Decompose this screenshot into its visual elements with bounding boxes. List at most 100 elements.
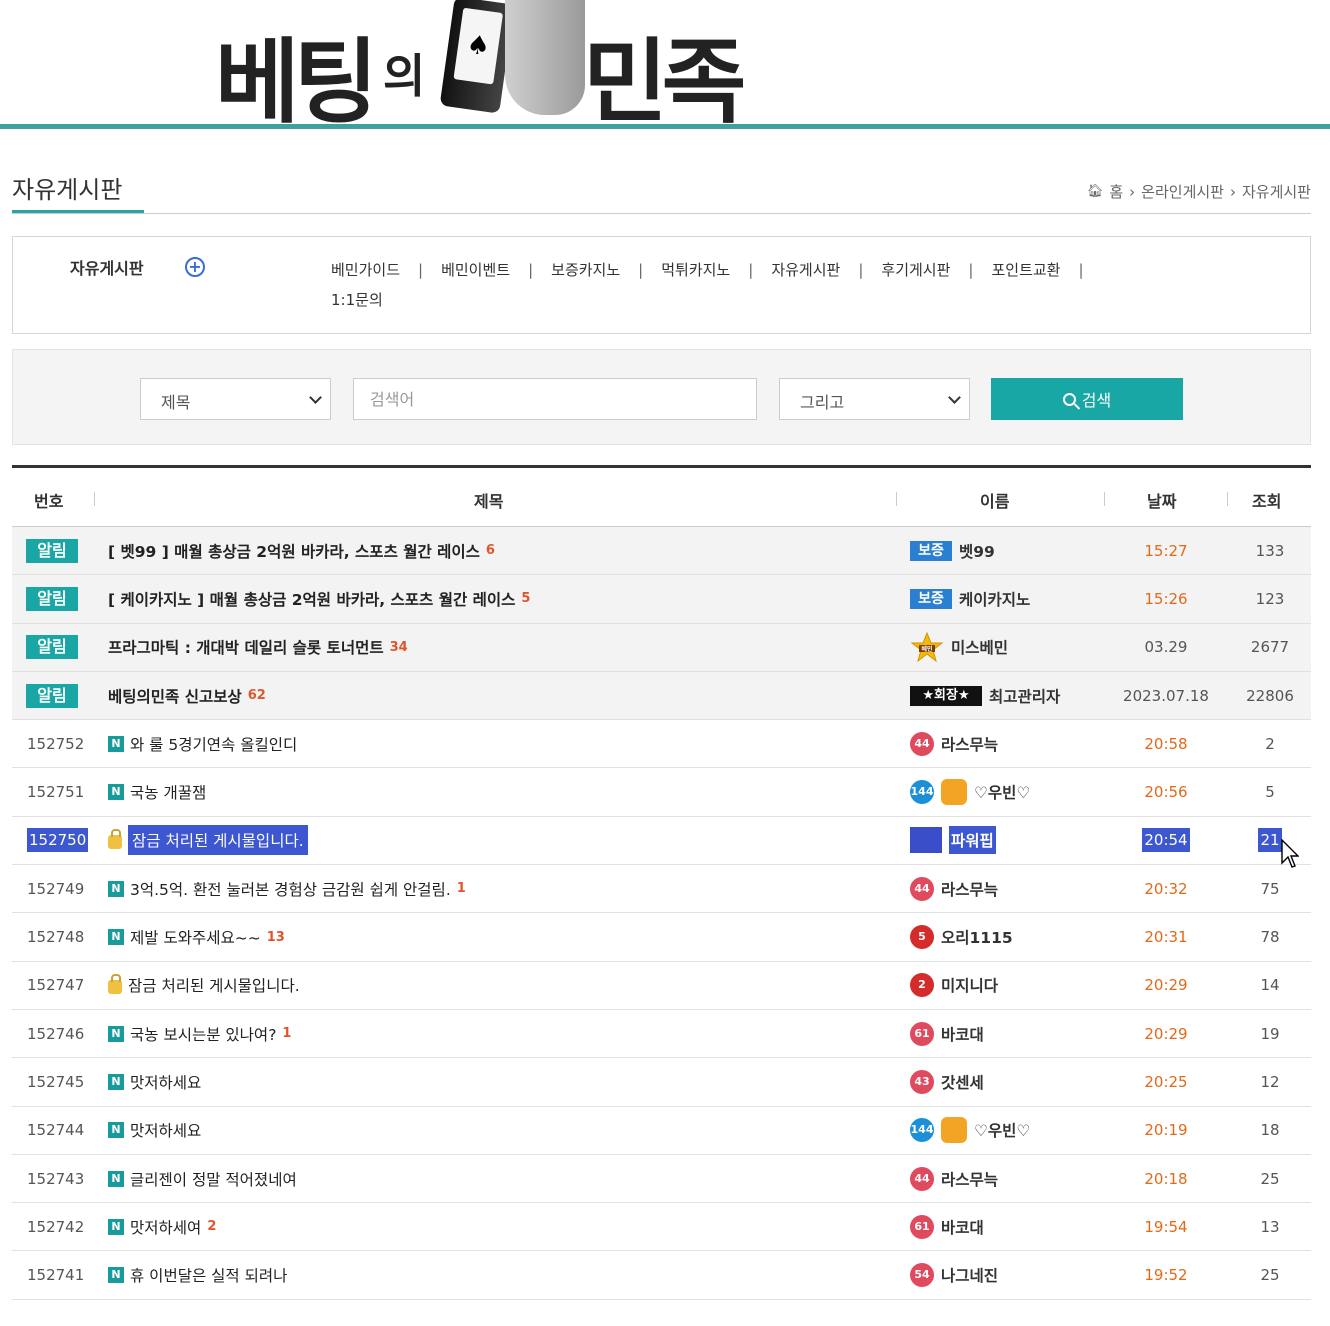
comment-count[interactable]: 34 <box>390 640 408 655</box>
post-subject-text[interactable]: 국농 보시는분 있나여? <box>130 1023 276 1045</box>
post-subject[interactable]: N 휴 이번달은 실적 되려나 <box>108 1264 287 1286</box>
comment-count[interactable]: 5 <box>521 591 530 606</box>
author-name[interactable]: ♡우빈♡ <box>974 781 1030 803</box>
post-subject[interactable]: [ 케이카지노 ] 매월 총상금 2억원 바카라, 스포츠 월간 레이스 5 <box>108 588 530 610</box>
table-row[interactable]: 152743 N 글리젠이 정말 적어졌네여 44 라스무늑 20:18 25 <box>12 1155 1311 1204</box>
table-row[interactable]: 152750 잠금 처리된 게시물입니다. 파워핍 20:54 21 <box>12 817 1311 866</box>
breadcrumb-home[interactable]: 홈 <box>1109 181 1123 202</box>
post-subject[interactable]: N 맛저하세요 <box>108 1119 201 1141</box>
post-subject[interactable]: N 글리젠이 정말 적어졌네여 <box>108 1168 297 1190</box>
post-author[interactable]: 2 미지니다 <box>910 973 998 998</box>
post-subject[interactable]: 프라그마틱 : 개대박 데일리 슬롯 토너먼트 34 <box>108 636 408 658</box>
notice-row[interactable]: 알림 프라그마틱 : 개대박 데일리 슬롯 토너먼트 34 베민 미스베민 03.29 26… <box>12 623 1311 672</box>
post-subject[interactable]: N 와 룰 5경기연속 올킬인디 <box>108 733 297 755</box>
post-subject[interactable]: N 국농 보시는분 있나여? 1 <box>108 1023 291 1045</box>
post-subject[interactable]: [ 벳99 ] 매월 총상금 2억원 바카라, 스포츠 월간 레이스 6 <box>108 540 495 562</box>
author-name[interactable]: 케이카지노 <box>959 588 1030 610</box>
table-row[interactable]: 152751 N 국농 개꿀잼 144 ♡우빈♡ 20:56 5 <box>12 768 1311 817</box>
post-author[interactable]: 61 바코대 <box>910 1214 984 1239</box>
post-subject[interactable]: N 맛저하세요 <box>108 1071 201 1093</box>
category-link-free-board[interactable]: 자유게시판 <box>771 255 840 285</box>
post-author[interactable]: 61 바코대 <box>910 1021 984 1046</box>
comment-count[interactable]: 6 <box>486 543 495 558</box>
search-input[interactable] <box>353 378 757 420</box>
post-subject-text[interactable]: 잠금 처리된 게시물입니다. <box>128 825 308 856</box>
post-subject[interactable]: 베팅의민족 신고보상 62 <box>108 685 266 707</box>
post-subject[interactable]: 잠금 처리된 게시물입니다. <box>108 825 308 856</box>
author-name[interactable]: ♡우빈♡ <box>974 1119 1030 1141</box>
author-name[interactable]: 미지니다 <box>941 974 998 996</box>
post-subject-text[interactable]: [ 케이카지노 ] 매월 총상금 2억원 바카라, 스포츠 월간 레이스 <box>108 588 515 610</box>
post-subject-text[interactable]: 잠금 처리된 게시물입니다. <box>128 974 300 996</box>
post-subject-text[interactable]: 제발 도와주세요~~ <box>130 926 261 948</box>
search-button[interactable]: 검색 <box>991 378 1183 420</box>
post-author[interactable]: 54 나그네진 <box>910 1263 998 1288</box>
post-author[interactable]: 44 라스무늑 <box>910 876 998 901</box>
author-name[interactable]: 바코대 <box>941 1023 984 1045</box>
search-operator-select[interactable]: 그리고 <box>779 378 970 420</box>
comment-count[interactable]: 62 <box>248 688 266 703</box>
author-name[interactable]: 미스베민 <box>951 636 1008 658</box>
post-subject-text[interactable]: 베팅의민족 신고보상 <box>108 685 242 707</box>
post-author[interactable]: 44 라스무늑 <box>910 1166 998 1191</box>
post-subject-text[interactable]: 3억.5억. 환전 눌러본 경험상 금감원 쉽게 안걸림. <box>130 878 451 900</box>
search-field-select[interactable]: 제목 <box>140 378 331 420</box>
post-subject[interactable]: N 국농 개꿀잼 <box>108 781 206 803</box>
comment-count[interactable]: 1 <box>282 1026 291 1041</box>
notice-row[interactable]: 알림 [ 벳99 ] 매월 총상금 2억원 바카라, 스포츠 월간 레이스 6 보증 벳… <box>12 527 1311 576</box>
post-subject-text[interactable]: 글리젠이 정말 적어졌네여 <box>130 1168 297 1190</box>
table-row[interactable]: 152741 N 휴 이번달은 실적 되려나 54 나그네진 19:52 25 <box>12 1251 1311 1300</box>
post-subject-text[interactable]: [ 벳99 ] 매월 총상금 2억원 바카라, 스포츠 월간 레이스 <box>108 540 480 562</box>
post-subject-text[interactable]: 와 룰 5경기연속 올킬인디 <box>130 733 297 755</box>
post-author[interactable]: 보증 케이카지노 <box>910 588 1030 610</box>
post-subject[interactable]: 잠금 처리된 게시물입니다. <box>108 974 300 996</box>
comment-count[interactable]: 2 <box>207 1219 216 1234</box>
plus-circle-icon[interactable]: + <box>185 257 205 277</box>
post-subject-text[interactable]: 맛저하세요 <box>130 1119 201 1141</box>
post-subject[interactable]: N 맛저하세여 2 <box>108 1216 216 1238</box>
post-author[interactable]: 보증 벳99 <box>910 540 995 562</box>
author-name[interactable]: 벳99 <box>959 540 995 562</box>
author-name[interactable]: 최고관리자 <box>989 685 1060 707</box>
author-name[interactable]: 나그네진 <box>941 1264 998 1286</box>
category-link-verified-casino[interactable]: 보증카지노 <box>551 255 620 285</box>
post-author[interactable]: 파워핍 <box>910 826 996 855</box>
post-author[interactable]: 144 ♡우빈♡ <box>910 1117 1030 1144</box>
table-row[interactable]: 152742 N 맛저하세여 2 61 바코대 19:54 13 <box>12 1203 1311 1252</box>
post-subject-text[interactable]: 프라그마틱 : 개대박 데일리 슬롯 토너먼트 <box>108 636 384 658</box>
post-subject-text[interactable]: 맛저하세요 <box>130 1071 201 1093</box>
post-author[interactable]: 44 라스무늑 <box>910 731 998 756</box>
notice-row[interactable]: 알림 베팅의민족 신고보상 62 ★회장★ 최고관리자 2023.07.18 22806 <box>12 671 1311 721</box>
author-name[interactable]: 라스무늑 <box>941 733 998 755</box>
table-row[interactable]: 152752 N 와 룰 5경기연속 올킬인디 44 라스무늑 20:58 2 <box>12 720 1311 769</box>
comment-count[interactable]: 1 <box>457 881 466 896</box>
category-link-inquiry[interactable]: 1:1문의 <box>331 285 383 315</box>
post-author[interactable]: 144 ♡우빈♡ <box>910 779 1030 806</box>
category-link-guide[interactable]: 베민가이드 <box>331 255 400 285</box>
post-subject[interactable]: N 3억.5억. 환전 눌러본 경험상 금감원 쉽게 안걸림. 1 <box>108 878 466 900</box>
site-logo[interactable]: 베팅 의 ♠ 민족 <box>215 0 755 136</box>
post-author[interactable]: ★회장★ 최고관리자 <box>910 685 1060 707</box>
category-link-scam-casino[interactable]: 먹튀카지노 <box>661 255 730 285</box>
table-row[interactable]: 152746 N 국농 보시는분 있나여? 1 61 바코대 20:29 19 <box>12 1010 1311 1059</box>
table-row[interactable]: 152747 잠금 처리된 게시물입니다. 2 미지니다 20:29 14 <box>12 962 1311 1010</box>
post-subject-text[interactable]: 국농 개꿀잼 <box>130 781 206 803</box>
table-row[interactable]: 152749 N 3억.5억. 환전 눌러본 경험상 금감원 쉽게 안걸림. 1 44 라… <box>12 865 1311 914</box>
notice-row[interactable]: 알림 [ 케이카지노 ] 매월 총상금 2억원 바카라, 스포츠 월간 레이스 5 보… <box>12 575 1311 624</box>
category-link-review-board[interactable]: 후기게시판 <box>881 255 950 285</box>
post-author[interactable]: 베민 미스베민 <box>910 631 1008 663</box>
author-name[interactable]: 바코대 <box>941 1216 984 1238</box>
post-subject-text[interactable]: 휴 이번달은 실적 되려나 <box>130 1264 287 1286</box>
author-name[interactable]: 파워핍 <box>949 826 996 855</box>
post-subject-text[interactable]: 맛저하세여 <box>130 1216 201 1238</box>
breadcrumb-level2[interactable]: 자유게시판 <box>1242 181 1311 202</box>
home-icon[interactable]: 🏠︎ <box>1087 184 1104 199</box>
author-name[interactable]: 라스무늑 <box>941 1168 998 1190</box>
post-subject[interactable]: N 제발 도와주세요~~ 13 <box>108 926 285 948</box>
category-link-point-exchange[interactable]: 포인트교환 <box>991 255 1060 285</box>
post-author[interactable]: 5 오리1115 <box>910 925 1013 950</box>
table-row[interactable]: 152745 N 맛저하세요 43 갓센세 20:25 12 <box>12 1058 1311 1107</box>
post-author[interactable]: 43 갓센세 <box>910 1069 984 1094</box>
table-row[interactable]: 152748 N 제발 도와주세요~~ 13 5 오리1115 20:31 78 <box>12 913 1311 962</box>
author-name[interactable]: 오리1115 <box>941 926 1013 948</box>
